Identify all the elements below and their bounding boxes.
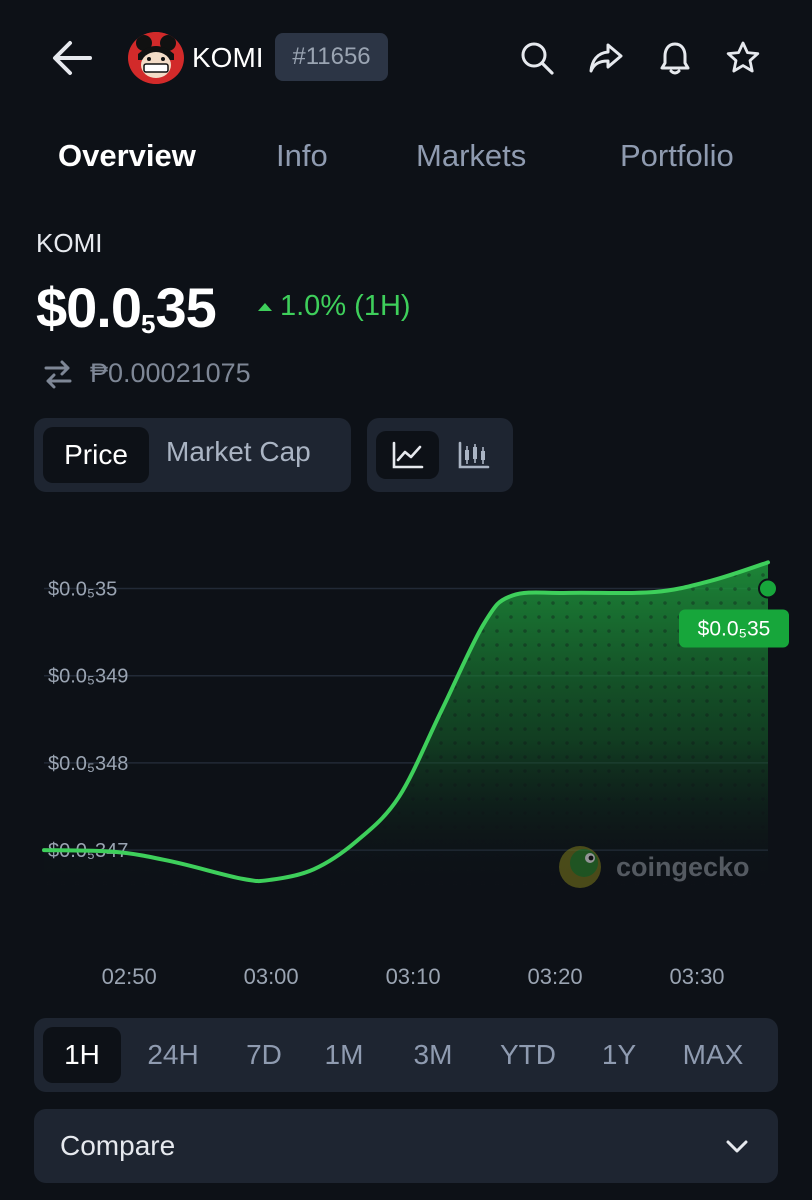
current-price: $0.0535 [36,276,217,356]
price-toggle-button[interactable]: Price [43,427,149,483]
range-button-ytd[interactable]: YTD [479,1027,577,1083]
search-icon[interactable] [517,38,557,78]
chevron-down-icon[interactable] [720,1130,754,1164]
range-button-1h[interactable]: 1H [43,1027,121,1083]
up-triangle-icon [258,302,272,311]
converted-price: ₱0.00021075 [90,358,251,388]
x-tick-label: 03:30 [669,964,724,989]
compare-label: Compare [60,1130,176,1161]
bell-icon[interactable] [655,38,695,78]
line-chart-icon[interactable] [376,431,439,479]
watermark-text: coingecko [616,852,750,882]
coin-name: KOMI [192,42,264,73]
market-cap-toggle-button[interactable]: Market Cap [166,436,311,468]
candlestick-icon[interactable] [450,431,498,479]
range-button-max[interactable]: MAX [660,1027,766,1083]
tab-markets[interactable]: Markets [416,138,526,174]
range-button-1y[interactable]: 1Y [582,1027,656,1083]
coin-symbol: KOMI [36,228,103,258]
price-change-value: 1.0% (1H) [280,290,411,322]
y-tick-label: $0.0₅35 [48,579,117,601]
coin-avatar [128,32,184,84]
range-button-3m[interactable]: 3M [389,1027,477,1083]
tab-portfolio[interactable]: Portfolio [620,138,734,174]
y-tick-label: $0.0₅349 [48,666,128,688]
price-area-dots [44,562,768,885]
x-tick-label: 03:20 [528,964,583,989]
x-tick-label: 02:50 [102,964,157,989]
current-price-dot [758,578,778,599]
range-button-24h[interactable]: 24H [131,1027,215,1083]
price-chart[interactable]: $0.0₅35$0.0₅349$0.0₅348$0.0₅347 coingeck… [0,540,812,1010]
price-digits: 35 [155,276,216,339]
coingecko-watermark: coingecko [559,846,750,888]
share-icon[interactable] [586,38,626,78]
current-price-tag: $0.0₅35 [679,609,789,648]
price-zero-count: 5 [141,309,156,339]
price-prefix: $0.0 [36,276,142,339]
tab-overview[interactable]: Overview [58,138,196,174]
back-arrow-icon[interactable] [48,36,96,80]
y-tick-label: $0.0₅348 [48,753,128,775]
current-price-label: $0.0₅35 [698,618,771,641]
tab-info[interactable]: Info [276,138,328,174]
price-change: 1.0% (1H) [258,290,411,323]
star-icon[interactable] [723,38,763,78]
x-tick-label: 03:10 [386,964,441,989]
range-button-1m[interactable]: 1M [307,1027,381,1083]
x-tick-label: 03:00 [244,964,299,989]
range-button-7d[interactable]: 7D [227,1027,301,1083]
swap-arrows-icon[interactable] [42,358,74,390]
rank-badge: #11656 [275,33,388,81]
